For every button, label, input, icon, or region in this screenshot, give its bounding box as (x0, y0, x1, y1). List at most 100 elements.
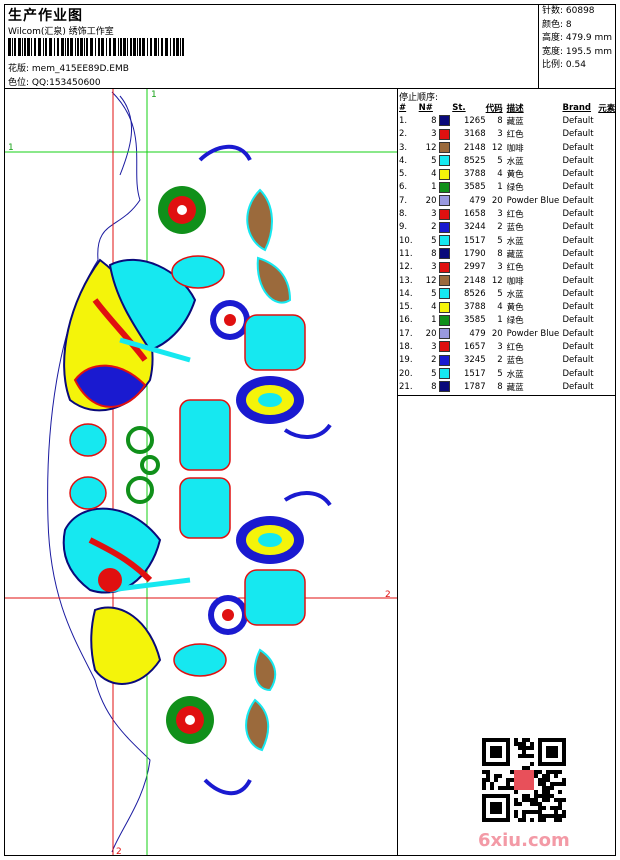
col-brand: Brand (562, 102, 592, 113)
row-code: 20 (491, 328, 503, 339)
row-needle: 2 (431, 355, 437, 366)
row-description: Powder Blue (506, 328, 560, 339)
row-index: 4. (399, 155, 408, 166)
row-swatch (436, 274, 452, 287)
design-outline (47, 91, 151, 853)
table-row: 14. 5 8526 5 水蓝 Default (397, 287, 620, 300)
guide-label-v1: 1 (151, 90, 157, 100)
row-brand: Default (562, 368, 594, 379)
design-outline-inner (119, 95, 133, 176)
row-code: 5 (497, 235, 503, 246)
row-element (598, 261, 620, 274)
row-element (598, 234, 620, 247)
row-code: 8 (497, 248, 503, 259)
row-description: 黄色 (506, 170, 524, 181)
row-brand: Default (562, 341, 594, 352)
row-element (598, 380, 620, 393)
row-element (598, 300, 620, 313)
table-row: 21. 8 1787 8 藏蓝 Default (397, 380, 620, 393)
col-index: # (399, 102, 407, 113)
row-index: 2. (399, 129, 408, 140)
color-swatch (438, 288, 450, 300)
row-description: 藏蓝 (506, 249, 524, 260)
row-needle: 3 (431, 262, 437, 273)
row-index: 16. (399, 315, 413, 326)
row-code: 1 (497, 315, 503, 326)
row-stitches: 2148 (463, 275, 486, 286)
row-brand: Default (562, 155, 594, 166)
row-needle: 4 (431, 169, 437, 180)
col-description: 描述 (506, 103, 524, 114)
row-element (598, 287, 620, 300)
row-stitches: 1658 (463, 209, 486, 220)
row-code: 20 (491, 195, 503, 206)
row-swatch (436, 300, 452, 313)
row-needle: 8 (431, 115, 437, 126)
color-swatch (438, 354, 450, 366)
color-swatch (438, 181, 450, 193)
row-brand: Default (562, 275, 594, 286)
row-element (598, 340, 620, 353)
barcode (8, 38, 184, 56)
row-code: 3 (497, 262, 503, 273)
row-description: 红色 (506, 342, 524, 353)
row-swatch (436, 154, 452, 167)
row-stitches: 1787 (463, 381, 486, 392)
row-code: 8 (497, 381, 503, 392)
row-brand: Default (562, 381, 594, 392)
row-brand: Default (562, 182, 594, 193)
table-row: 2. 3 3168 3 红色 Default (397, 128, 620, 141)
table-header-row: # N# St. 代码 描述 Brand 元素 (397, 101, 620, 114)
row-stitches: 3585 (463, 182, 486, 193)
color-swatch (438, 275, 450, 286)
table-row: 6. 1 3585 1 绿色 Default (397, 181, 620, 194)
color-swatch (438, 248, 450, 260)
row-needle: 3 (431, 341, 437, 352)
row-needle: 20 (425, 328, 437, 339)
row-description: 水蓝 (506, 369, 524, 380)
row-brand: Default (562, 248, 594, 259)
row-element (598, 167, 620, 180)
row-element (598, 274, 620, 287)
row-code: 3 (497, 341, 503, 352)
table-row: 20. 5 1517 5 水蓝 Default (397, 367, 620, 380)
col-needle: N# (418, 102, 433, 113)
row-brand: Default (562, 169, 594, 180)
row-needle: 1 (431, 315, 437, 326)
row-description: 咖啡 (506, 276, 524, 287)
row-stitches: 3788 (463, 169, 486, 180)
row-brand: Default (562, 302, 594, 313)
row-code: 12 (491, 275, 503, 286)
design-stats: 针数: 60898 颜色: 8 高度: 479.9 mm 宽度: 195.5 m… (542, 5, 612, 73)
row-brand: Default (562, 315, 594, 326)
row-code: 5 (497, 155, 503, 166)
row-description: 蓝色 (506, 356, 524, 367)
row-description: 藏蓝 (506, 116, 524, 127)
row-swatch (436, 194, 452, 207)
row-swatch (436, 340, 452, 353)
row-element (598, 354, 620, 367)
row-element (598, 221, 620, 234)
row-needle: 20 (425, 195, 437, 206)
row-stitches: 479 (469, 195, 486, 206)
row-index: 20. (399, 368, 413, 379)
table-row: 11. 8 1790 8 藏蓝 Default (397, 247, 620, 260)
table-row: 18. 3 1657 3 红色 Default (397, 340, 620, 353)
row-swatch (436, 234, 452, 247)
table-row: 12. 3 2997 3 红色 Default (397, 261, 620, 274)
table-row: 19. 2 3245 2 蓝色 Default (397, 354, 620, 367)
row-code: 1 (497, 182, 503, 193)
row-needle: 5 (431, 155, 437, 166)
row-needle: 3 (431, 129, 437, 140)
row-stitches: 3168 (463, 129, 486, 140)
row-description: 水蓝 (506, 289, 524, 300)
table-row: 3. 12 2148 12 咖啡 Default (397, 141, 620, 154)
color-swatch (438, 128, 450, 140)
color-swatch (438, 328, 450, 340)
row-description: 绿色 (506, 316, 524, 327)
row-element (598, 181, 620, 194)
row-index: 13. (399, 275, 413, 286)
flower-blue-4 (208, 595, 248, 635)
row-needle: 3 (431, 209, 437, 220)
color-count: 颜色: 8 (542, 19, 572, 30)
